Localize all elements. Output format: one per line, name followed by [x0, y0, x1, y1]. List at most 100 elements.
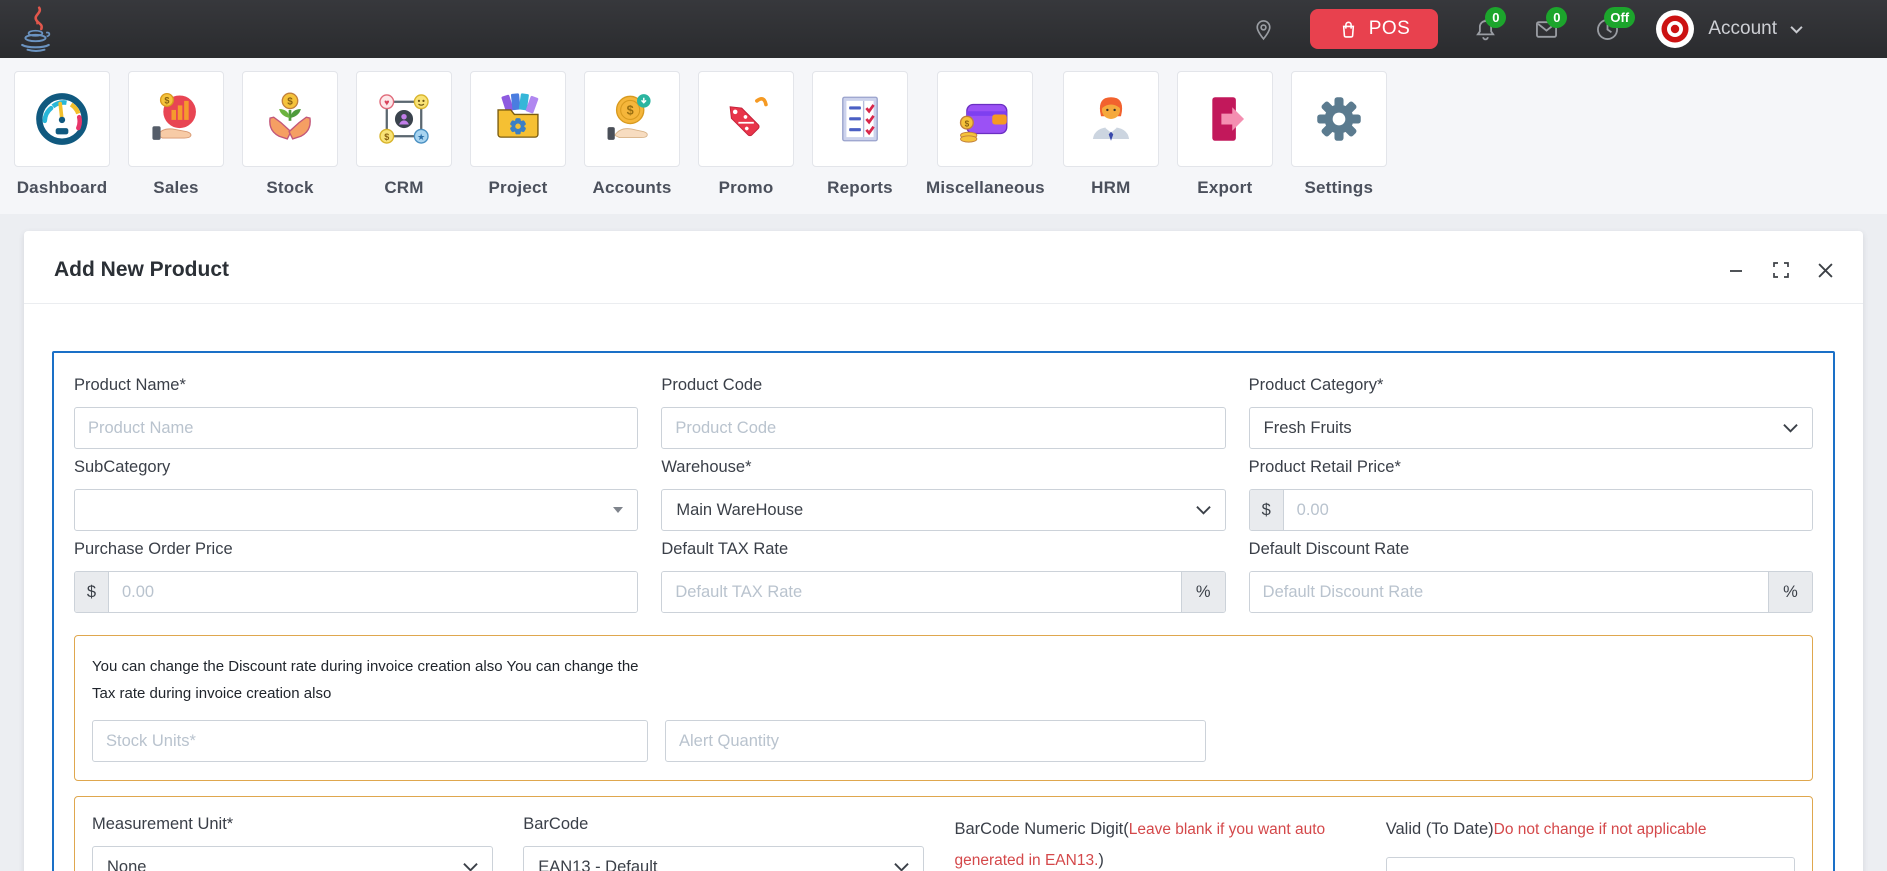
warehouse-label: Warehouse* [661, 458, 752, 476]
messages-badge: 0 [1546, 6, 1568, 28]
warehouse-select[interactable]: Main WareHouse [661, 489, 1226, 531]
nav-item-stock[interactable]: $ Stock [242, 71, 338, 198]
close-icon[interactable] [1818, 262, 1833, 278]
measurement-unit-label: Measurement Unit* [92, 815, 234, 833]
svg-text:★: ★ [417, 132, 425, 142]
nav-label: CRM [384, 178, 424, 197]
price-tag-icon [717, 90, 775, 148]
percent-suffix: % [1180, 572, 1225, 612]
chevron-down-icon [1790, 25, 1803, 34]
chevron-down-icon [1195, 505, 1211, 515]
nav-label: Settings [1304, 178, 1374, 197]
growth-hands-icon: $ [261, 90, 319, 148]
nav-item-settings[interactable]: Settings [1290, 71, 1387, 198]
clock-status-badge: Off [1604, 6, 1636, 28]
person-icon [1082, 90, 1140, 148]
coin-hand-icon: $ [603, 90, 661, 148]
nav-label: Promo [718, 178, 774, 197]
nav-item-reports[interactable]: Reports [812, 71, 908, 198]
barcode-box: Measurement Unit* None BarCode EAN13 - D… [74, 796, 1813, 871]
topbar: POS 0 0 Off Account [0, 0, 1887, 58]
rate-info-box: You can change the Discount rate during … [74, 635, 1813, 781]
svg-text:$: $ [965, 119, 970, 128]
add-product-modal: Add New Product Product Name* Product Na… [24, 231, 1863, 871]
clock-button[interactable]: Off [1594, 6, 1636, 43]
chevron-down-icon [894, 862, 910, 871]
tax-rate-label: Default TAX Rate [661, 540, 789, 558]
nav-label: HRM [1091, 178, 1131, 197]
sales-chart-hand-icon: $ [147, 90, 205, 148]
nav-label: Miscellaneous [926, 178, 1045, 197]
crm-network-icon: ♥ $ ★ [375, 90, 433, 148]
purchase-price-label: Purchase Order Price [74, 540, 233, 558]
product-code-input[interactable] [661, 407, 1226, 449]
notifications-button[interactable]: 0 [1472, 6, 1507, 43]
barcode-label: BarCode [523, 815, 589, 833]
measurement-unit-select[interactable]: None [92, 846, 494, 871]
valid-to-date-input[interactable] [1385, 857, 1795, 871]
nav-label: Dashboard [16, 178, 108, 197]
stock-units-input[interactable] [92, 720, 648, 762]
svg-text:$: $ [627, 103, 634, 117]
nav-item-export[interactable]: Export [1176, 71, 1273, 198]
rate-info-text: You can change the Discount rate during … [92, 658, 639, 702]
nav-item-crm[interactable]: ♥ $ ★ CRM [356, 71, 452, 198]
product-category-label: Product Category* [1248, 376, 1384, 394]
gauge-icon [33, 90, 91, 148]
svg-text:$: $ [287, 97, 293, 108]
retail-price-input[interactable] [1283, 490, 1812, 530]
nav-item-project[interactable]: Project [470, 71, 566, 198]
nav-label: Project [488, 178, 548, 197]
currency-prefix: $ [75, 572, 109, 612]
nav-label: Export [1197, 178, 1253, 197]
modal-title: Add New Product [54, 258, 230, 281]
triangle-down-icon [613, 507, 624, 513]
java-logo [14, 4, 58, 54]
product-code-label: Product Code [661, 376, 763, 394]
product-name-label: Product Name* [74, 376, 186, 394]
checklist-icon [831, 90, 889, 148]
nav-label: Reports [827, 178, 893, 197]
svg-text:$: $ [384, 132, 389, 142]
nav-label: Accounts [592, 178, 672, 197]
tax-rate-input[interactable] [662, 572, 1181, 612]
discount-rate-label: Default Discount Rate [1248, 540, 1410, 558]
nav-label: Sales [153, 178, 199, 197]
discount-rate-input[interactable] [1249, 572, 1768, 612]
chevron-down-icon [1783, 423, 1798, 433]
export-door-icon [1196, 90, 1254, 148]
nav-label: Stock [266, 178, 314, 197]
pos-button-label: POS [1368, 18, 1411, 39]
maximize-icon[interactable] [1773, 262, 1789, 278]
alert-quantity-input[interactable] [665, 720, 1206, 762]
product-category-select[interactable]: Fresh Fruits [1248, 407, 1813, 449]
minimize-icon[interactable] [1728, 262, 1744, 278]
barcode-digit-label: BarCode Numeric Digit(Leave blank if you… [954, 820, 1326, 869]
valid-to-label: Valid (To Date)Do not change if not appl… [1385, 820, 1707, 838]
pos-button[interactable]: POS [1309, 9, 1439, 49]
chevron-down-icon [463, 862, 478, 871]
notifications-badge: 0 [1485, 6, 1507, 28]
shopping-bag-icon [1338, 19, 1359, 40]
purchase-price-input[interactable] [109, 572, 638, 612]
svg-text:♥: ♥ [384, 97, 389, 107]
product-name-input[interactable] [74, 407, 639, 449]
subcategory-select[interactable] [74, 489, 639, 531]
nav-item-sales[interactable]: $ Sales [128, 71, 224, 198]
barcode-select[interactable]: EAN13 - Default [523, 846, 925, 871]
nav-item-hrm[interactable]: HRM [1062, 71, 1159, 198]
messages-button[interactable]: 0 [1533, 6, 1568, 43]
retail-price-label: Product Retail Price* [1248, 458, 1401, 476]
account-menu[interactable]: Account [1655, 9, 1803, 49]
main-nav: Dashboard $ Sales $ Stock ♥ $ ★ CRM Proj… [0, 58, 1887, 214]
nav-item-accounts[interactable]: $ Accounts [584, 71, 680, 198]
wallet-icon: $ [956, 90, 1014, 148]
nav-item-dashboard[interactable]: Dashboard [14, 71, 110, 198]
location-pin-icon[interactable] [1251, 17, 1276, 42]
subcategory-label: SubCategory [74, 458, 171, 476]
gear-icon [1310, 90, 1368, 148]
account-label: Account [1708, 18, 1777, 39]
nav-item-promo[interactable]: Promo [698, 71, 794, 198]
product-form: Product Name* Product Code Product Categ… [52, 351, 1835, 871]
nav-item-miscellaneous[interactable]: $ Miscellaneous [926, 71, 1045, 198]
